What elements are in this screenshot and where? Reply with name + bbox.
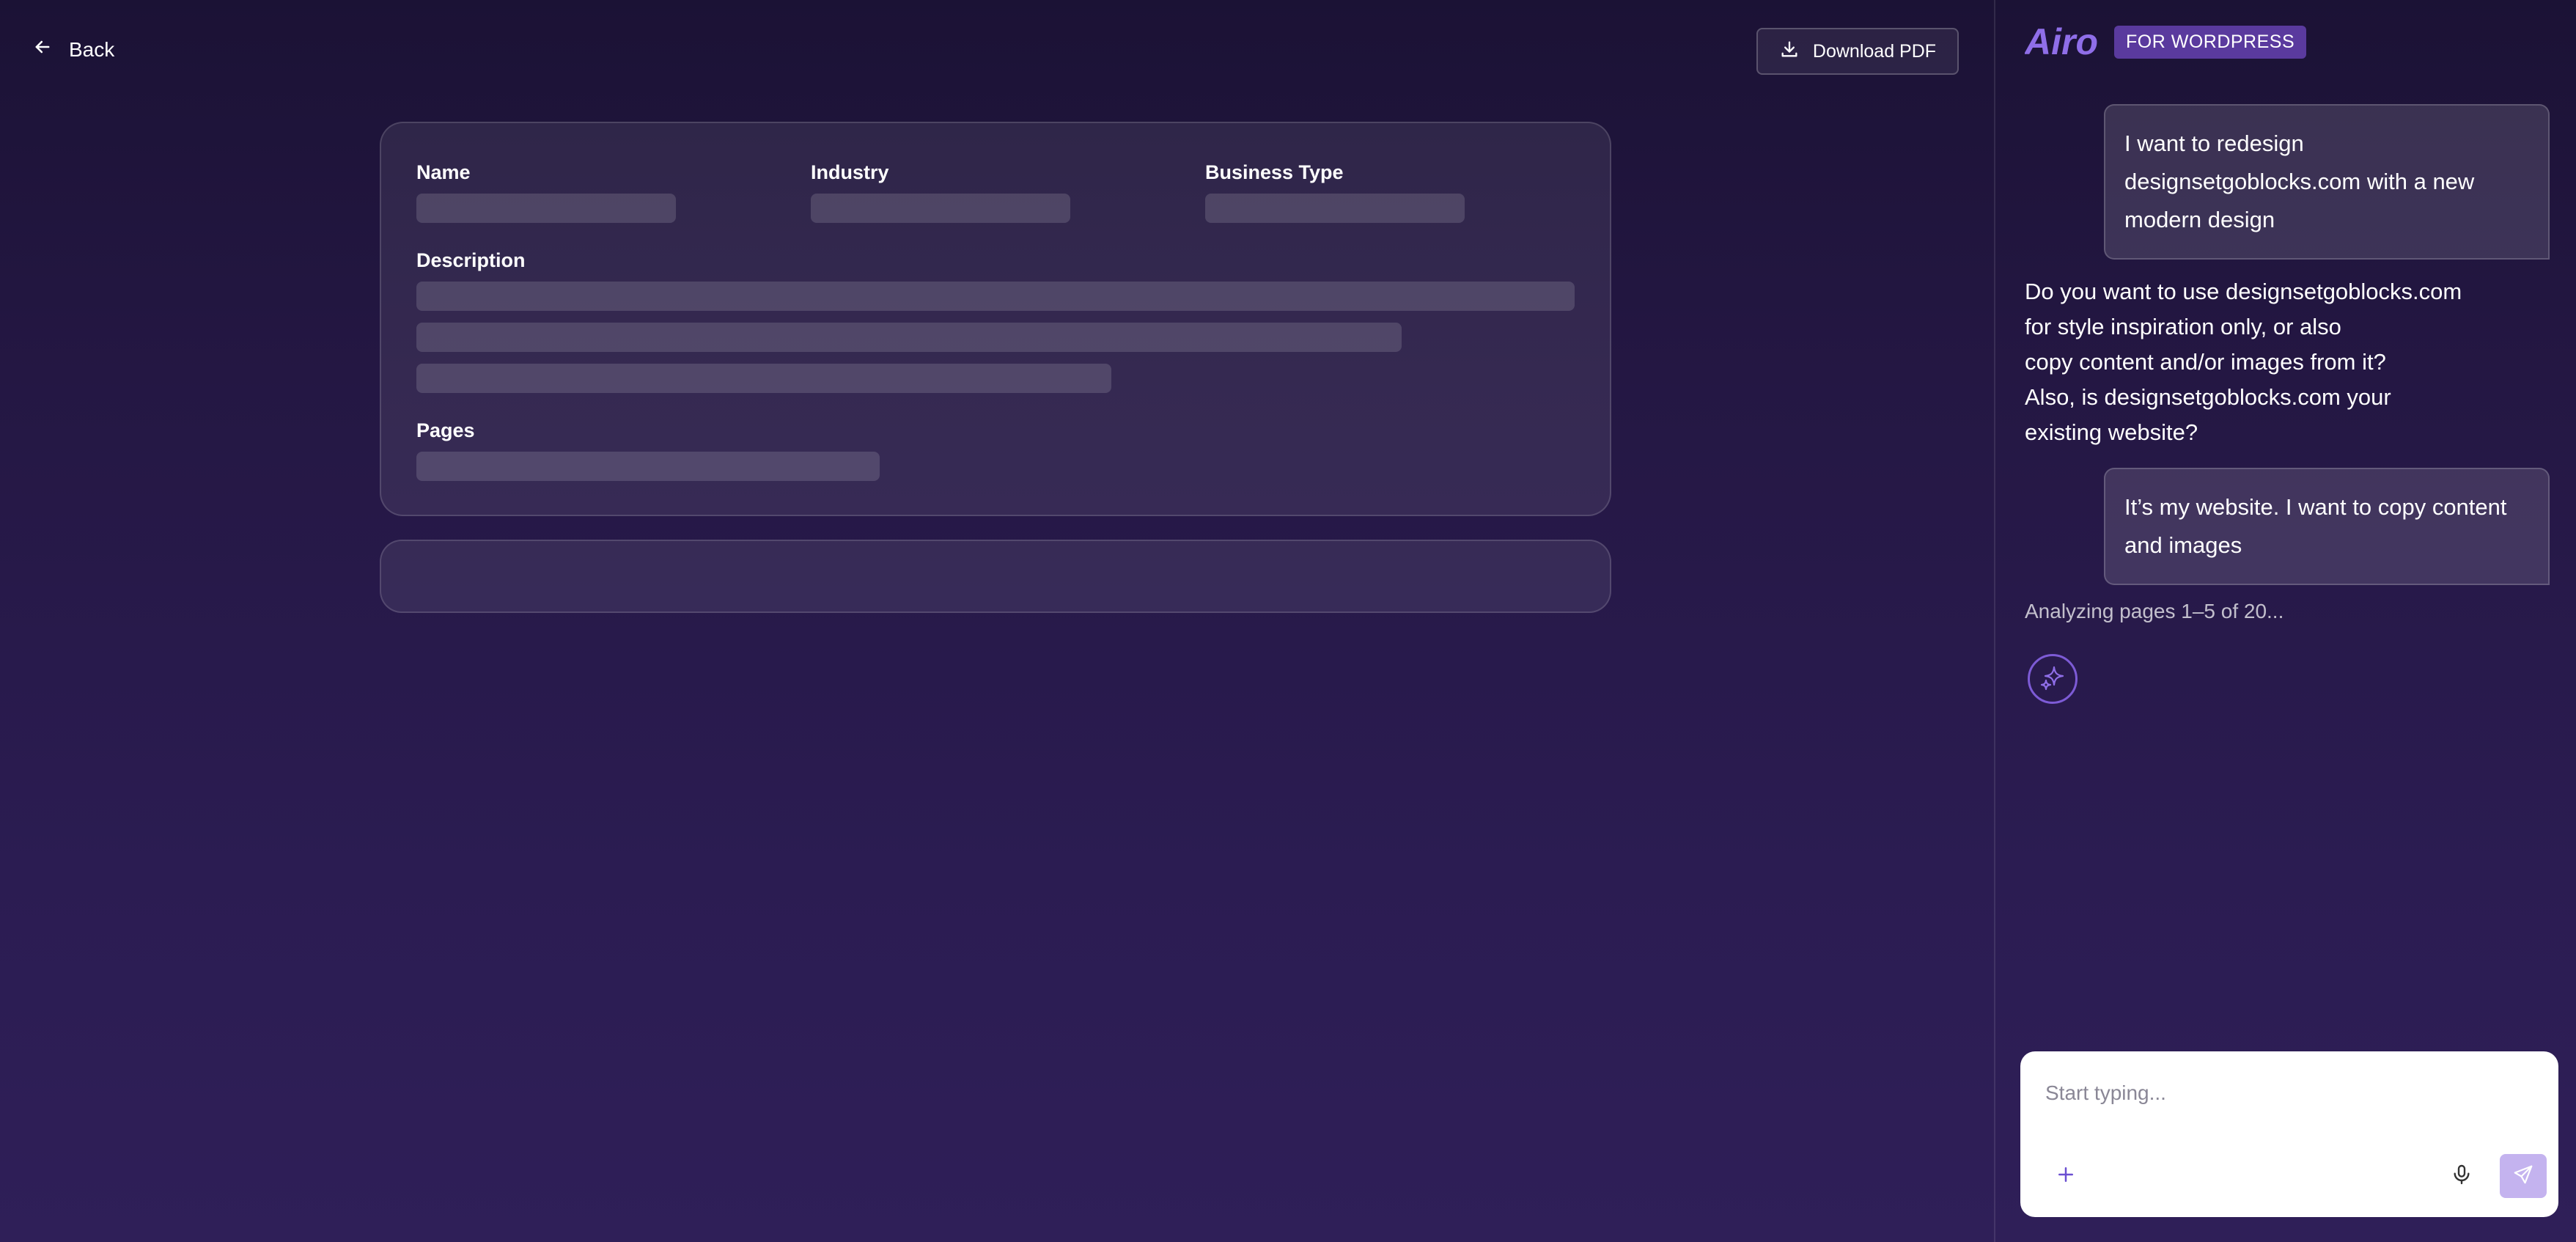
description-label: Description <box>416 249 526 271</box>
download-label: Download PDF <box>1812 40 1937 62</box>
industry-skeleton <box>811 194 1070 223</box>
brand: Airo FOR WORDPRESS <box>2025 23 2307 60</box>
sparkle-icon <box>2038 663 2067 696</box>
description-skeleton-line <box>416 282 1575 311</box>
message-composer <box>2020 1051 2558 1217</box>
voice-input-button[interactable] <box>2446 1160 2478 1192</box>
name-skeleton <box>416 194 676 223</box>
download-pdf-button[interactable]: Download PDF <box>1756 28 1959 75</box>
pages-label: Pages <box>416 419 475 441</box>
analysis-status: Analyzing pages 1–5 of 20... <box>2025 600 2284 622</box>
loading-card <box>380 540 1611 613</box>
pages-skeleton <box>416 452 880 481</box>
download-icon <box>1779 39 1800 65</box>
workspace: Back Download PDF Name Industry Business… <box>0 0 1994 1242</box>
plus-icon <box>2055 1164 2077 1189</box>
arrow-left-icon <box>32 37 53 62</box>
back-button[interactable]: Back <box>32 37 114 62</box>
brand-name: Airo <box>2025 23 2098 60</box>
send-icon <box>2512 1164 2534 1189</box>
chat-panel: Airo FOR WORDPRESS I want to redesign de… <box>1994 0 2576 1242</box>
description-skeleton-line <box>416 323 1402 352</box>
platform-badge: FOR WORDPRESS <box>2114 25 2307 59</box>
assistant-message: Do you want to use designsetgoblocks.com… <box>2025 279 2462 445</box>
user-message: It’s my website. I want to copy content … <box>2104 468 2550 585</box>
assistant-avatar <box>2028 654 2078 704</box>
back-label: Back <box>69 37 115 61</box>
description-skeleton-line <box>416 364 1111 393</box>
name-label: Name <box>416 161 471 183</box>
user-message: I want to redesign designsetgoblocks.com… <box>2104 104 2550 260</box>
site-summary-card: Name Industry Business Type Description … <box>380 122 1611 516</box>
industry-label: Industry <box>811 161 889 183</box>
message-input[interactable] <box>2044 1070 2531 1116</box>
business-type-skeleton <box>1205 194 1465 223</box>
send-button[interactable] <box>2500 1154 2547 1198</box>
airo-logo: Airo <box>2025 23 2101 60</box>
microphone-icon <box>2450 1163 2473 1190</box>
attach-button[interactable] <box>2050 1160 2082 1192</box>
business-type-label: Business Type <box>1205 161 1344 183</box>
